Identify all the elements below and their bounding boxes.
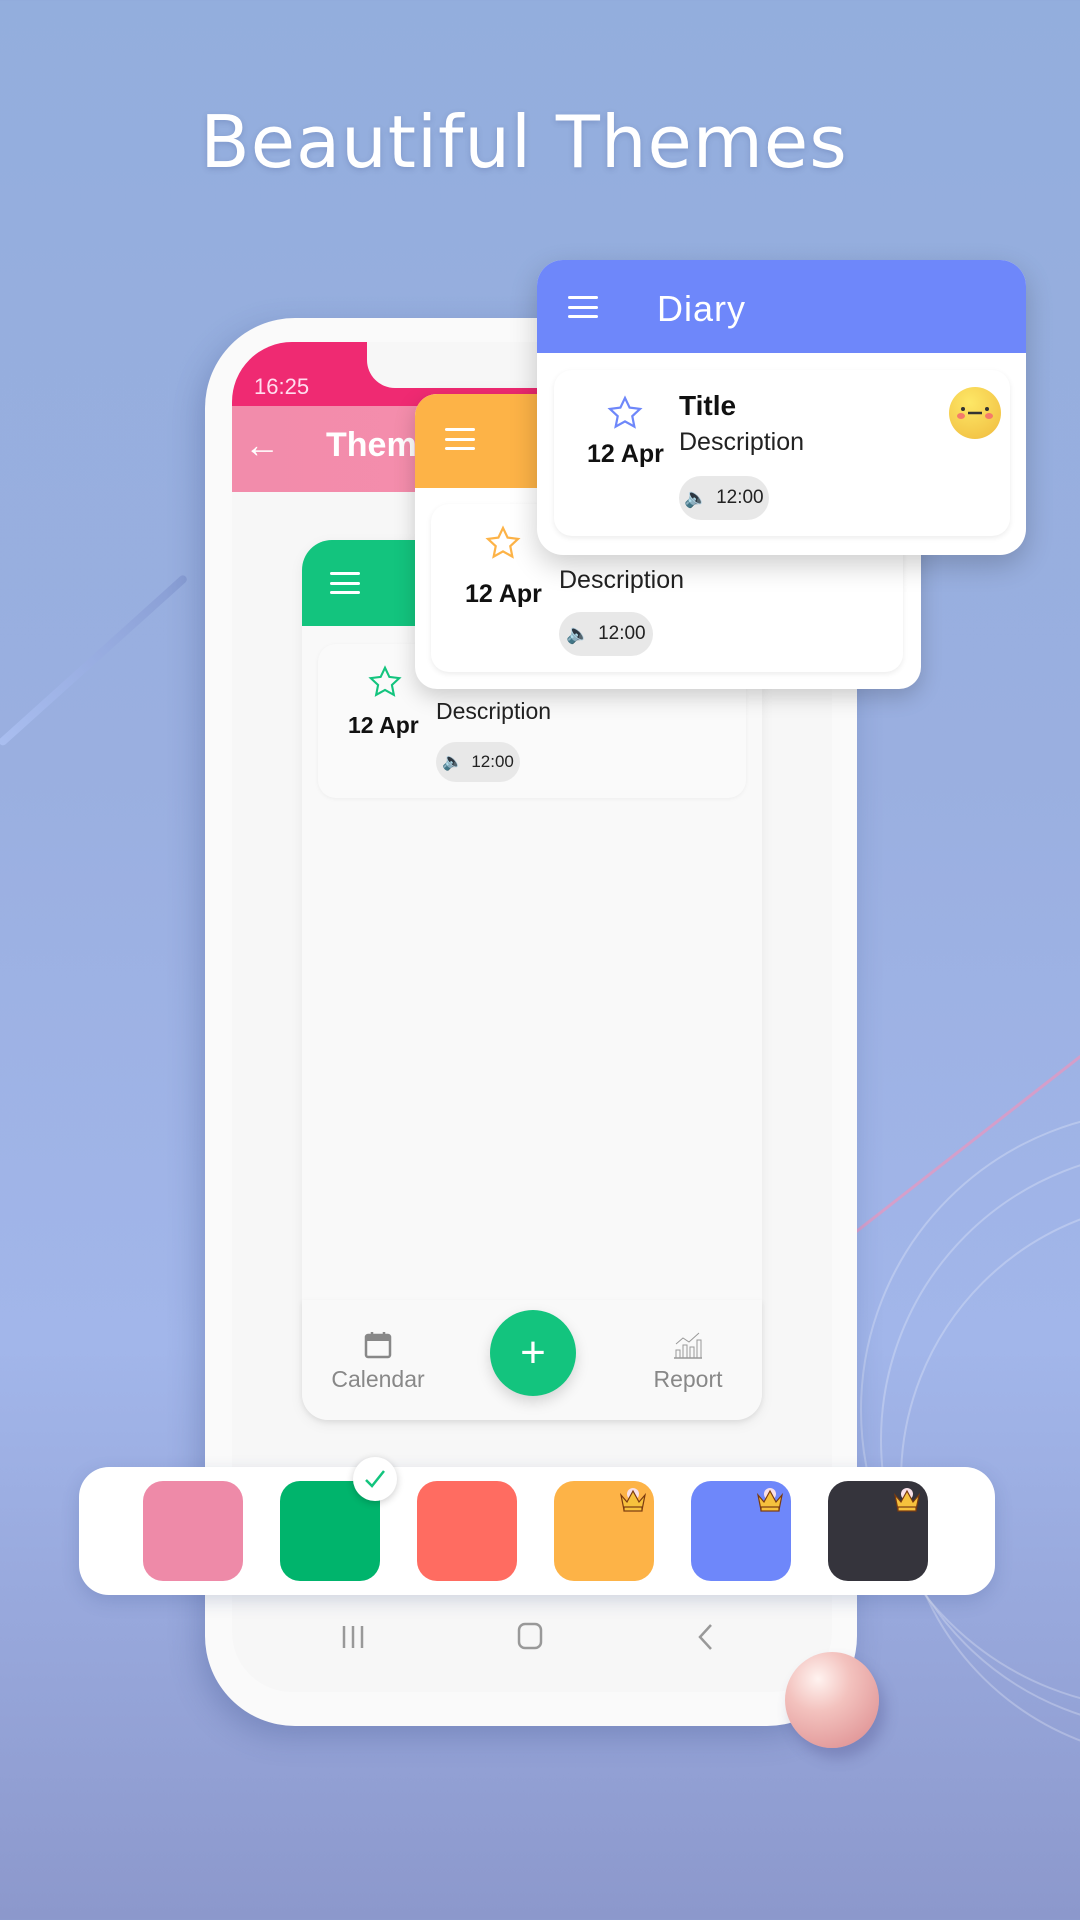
system-nav-bar [232,1612,832,1692]
toolbar-title: Diary [657,288,747,329]
toolbar-title: Them [326,426,417,464]
neutral-face-features [957,407,993,419]
selected-check-badge [353,1457,397,1501]
background-stroke [0,573,189,747]
menu-icon[interactable] [568,296,598,318]
speaker-icon: 🔈 [684,488,709,509]
theme-swatch-coral[interactable] [417,1481,517,1581]
nav-calendar[interactable]: Calendar [328,1330,428,1393]
diary-entry-card[interactable]: 12 Apr Title Description 🔈 12:00 [554,370,1010,536]
recents-icon[interactable] [340,1624,366,1650]
entry-description: Description [559,566,685,594]
entry-title: Title [679,390,737,421]
theme-swatch-orange[interactable] [554,1481,654,1581]
arrow-left-icon[interactable]: ← [244,424,280,466]
reminder-pill[interactable]: 🔈 12:00 [679,476,769,520]
star-outline-icon[interactable] [366,664,404,700]
menu-icon[interactable] [445,428,475,450]
entry-date: 12 Apr [465,580,542,608]
premium-crown-icon [619,1488,647,1512]
check-icon [365,1470,385,1488]
star-outline-icon[interactable] [483,524,523,562]
report-chart-icon [674,1332,702,1359]
add-entry-button[interactable]: + [490,1310,576,1396]
blue-theme-preview: Diary 12 Apr Title Description 🔈 12:00 [537,260,1026,555]
nav-report[interactable]: Report [638,1330,738,1393]
theme-swatch-blue[interactable] [691,1481,791,1581]
speaker-icon: 🔈 [442,752,464,771]
back-icon[interactable] [694,1622,716,1652]
entry-description: Description [679,428,805,456]
premium-crown-icon [893,1488,921,1512]
speaker-icon: 🔈 [566,624,591,645]
neutral-face-icon [949,387,1001,439]
premium-crown-icon [756,1488,784,1512]
reminder-pill[interactable]: 🔈 12:00 [559,612,653,656]
star-outline-icon[interactable] [605,394,645,432]
entry-description: Description [436,698,552,724]
theme-swatch-pink[interactable] [143,1481,243,1581]
entry-date: 12 Apr [348,712,419,738]
theme-picker [79,1457,995,1595]
menu-icon[interactable] [330,572,360,594]
reminder-pill[interactable]: 🔈 12:00 [436,742,520,782]
status-time: 16:25 [254,374,310,399]
calendar-icon [364,1332,392,1359]
theme-swatch-dark[interactable] [828,1481,928,1581]
headline: Beautiful Themes [200,100,848,184]
blue-toolbar: Diary [537,260,1026,353]
home-icon[interactable] [517,1622,545,1652]
decorative-pearl [785,1652,879,1748]
entry-date: 12 Apr [587,440,664,468]
